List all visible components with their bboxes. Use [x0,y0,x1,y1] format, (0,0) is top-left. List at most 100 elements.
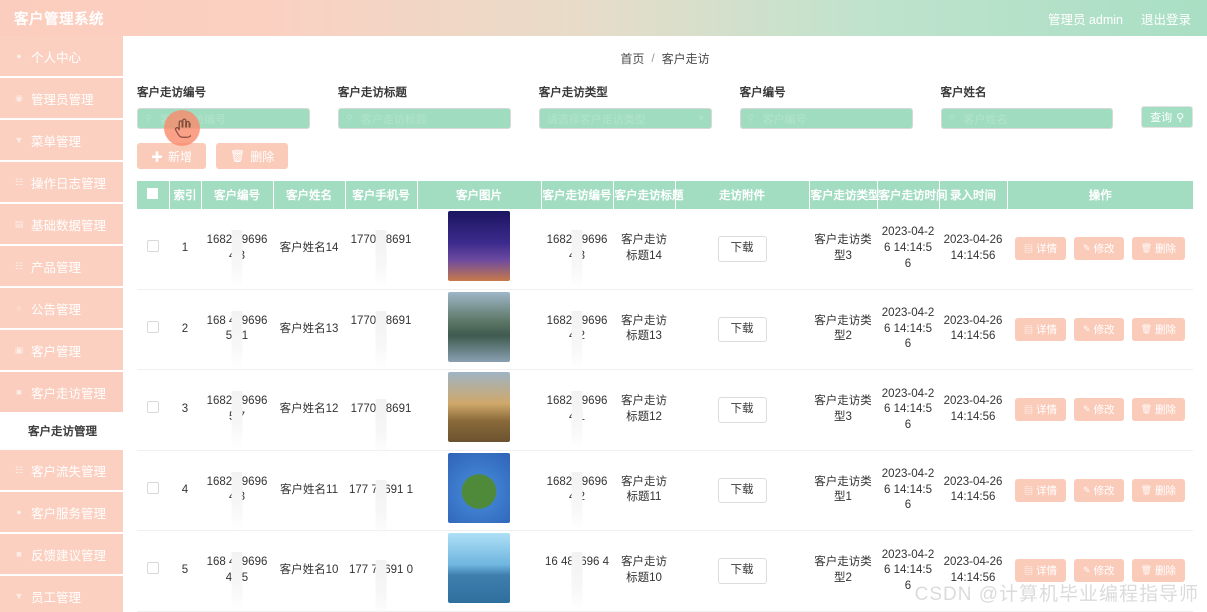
bell-icon: ○ [16,303,22,313]
filter-field-客户走访编号: 客户走访编号 ⚲ 客户走访编号 [137,84,310,129]
filter-label: 客户走访类型 [538,87,608,99]
entry-time: 2023-04-26 14:14:56 [939,530,1007,612]
row-删除-button[interactable]: 🗑 删除 [1131,559,1185,583]
customer-thumbnail[interactable] [448,533,510,604]
download-button[interactable]: 下载 [717,477,767,504]
row-详情-button[interactable]: ▤ 详情 [1015,478,1067,502]
row-修改-button[interactable]: ✎ 修改 [1074,398,1124,422]
logout-link[interactable]: 退出登录 [1141,9,1191,28]
customer-thumbnail[interactable] [448,452,510,523]
add-button[interactable]: ✚ 新增 [137,143,207,169]
sidebar-item-基础数据管理[interactable]: ▤ 基础数据管理 [0,204,123,246]
filter-placeholder: 客户姓名 [963,113,1008,126]
row-select-cell[interactable] [137,209,169,290]
row-删除-button[interactable]: 🗑 删除 [1131,317,1185,341]
customer-no-value: 1682 896964 3 [205,233,269,264]
top-bar: 客户管理系统 管理员 admin 退出登录 [0,0,1207,36]
sidebar-item-label: 基础数据管理 [31,218,107,233]
download-button[interactable]: 下载 [717,236,767,262]
select-all-cell[interactable] [137,181,170,209]
edit-icon: ✎ [1083,323,1091,334]
menu-icon: ▼ [14,135,24,145]
visit-type: 客户走访类型3 [809,369,877,451]
log-icon: ☷ [14,177,24,187]
row-删除-button[interactable]: 🗑 删除 [1131,398,1185,422]
entry-time: 2023-04-26 14:14:56 [939,209,1007,290]
row-action-group: ▤ 详情 ✎ 修改 🗑 删除 [1011,317,1189,341]
visit-time: 2023-04-26 14:14:56 [877,450,939,532]
row-checkbox[interactable] [147,240,159,252]
customer-thumbnail[interactable] [448,291,510,362]
row-checkbox[interactable] [147,320,159,333]
sidebar-item-公告管理[interactable]: ○ 公告管理 [0,288,123,330]
sidebar-item-产品管理[interactable]: ☷ 产品管理 [0,246,123,288]
row-action-group: ▤ 详情 ✎ 修改 🗑 删除 [1011,237,1189,261]
filter-input-客户编号[interactable]: ⚲ 客户编号 [739,108,913,129]
customer-thumbnail[interactable] [448,372,510,443]
sidebar-item-菜单管理[interactable]: ▼ 菜单管理 [0,120,123,162]
select-all-checkbox[interactable] [147,188,159,199]
sidebar[interactable]: ● 个人中心 ◉ 管理员管理 ▼ 菜单管理 ☷ 操作日志管理 ▤ 基础数据管理 ☷ 产品管理 ○ 公告管理… [0,36,123,612]
visit-icon: ■ [16,387,22,397]
query-button[interactable]: 查询 ⚲ [1141,106,1194,128]
edit-icon: ✎ [1083,404,1091,415]
row-修改-button[interactable]: ✎ 修改 [1074,317,1124,341]
table-row: 1 1682 896964 3 客户姓名14 1770 78691 1 1682 396… [137,209,1193,290]
row-select-cell[interactable] [137,450,169,532]
row-详情-button[interactable]: ▤ 详情 [1015,559,1067,583]
breadcrumb-home[interactable]: 首页 [620,50,644,67]
sidebar-item-客户管理[interactable]: ▣ 客户管理 [0,330,123,372]
column-header-客户走访标题: 客户走访标题 [613,181,684,209]
filter-select-客户走访类型[interactable]: 请选择客户走访类型 ▾ [538,108,712,129]
row-修改-button[interactable]: ✎ 修改 [1074,237,1124,261]
operations-cell: ▤ 详情 ✎ 修改 🗑 删除 [1007,530,1193,612]
visit-no-value: 1682 39696 4 2 [545,314,609,345]
sidebar-item-操作日志管理[interactable]: ☷ 操作日志管理 [0,162,123,204]
row-select-cell[interactable] [137,530,169,612]
customer-no: 1682 896965 7 [201,369,273,451]
row-详情-button[interactable]: ▤ 详情 [1015,398,1067,422]
circle-icon: ◉ [15,93,23,103]
staff-icon: ▼ [14,591,24,601]
filter-input-客户姓名[interactable]: ⚲ 客户姓名 [940,108,1114,129]
download-button[interactable]: 下载 [717,397,767,423]
customer-no: 1682 896964 3 [201,209,273,290]
sidebar-subitem-active[interactable]: 客户走访管理 [0,414,123,450]
filter-input-客户走访编号[interactable]: ⚲ 客户走访编号 [137,108,310,129]
sidebar-item-客户流失管理[interactable]: ☷ 客户流失管理 [0,450,123,492]
attachment-cell: 下载 [675,289,809,371]
sidebar-item-客户服务管理[interactable]: ● 客户服务管理 [0,492,123,534]
visit-no: 1682 39696 4 1 [541,369,613,451]
sidebar-item-管理员管理[interactable]: ◉ 管理员管理 [0,78,123,120]
filter-field-客户姓名: 客户姓名 ⚲ 客户姓名 [940,84,1114,129]
row-select-cell[interactable] [137,289,169,371]
delete-button[interactable]: 🗑 删除 [216,143,289,169]
sidebar-item-员工管理[interactable]: ▼ 员工管理 [0,576,123,612]
row-修改-button[interactable]: ✎ 修改 [1074,559,1124,583]
row-checkbox[interactable] [147,401,159,414]
customer-no: 168 4896964 35 [201,530,273,612]
row-详情-button[interactable]: ▤ 详情 [1015,317,1067,341]
row-checkbox[interactable] [147,562,159,575]
row-修改-button[interactable]: ✎ 修改 [1074,478,1124,502]
row-select-cell[interactable] [137,369,169,451]
customer-thumbnail[interactable] [448,211,510,281]
sidebar-item-反馈建议管理[interactable]: ■ 反馈建议管理 [0,534,123,576]
detail-icon: ▤ [1024,405,1034,416]
download-button[interactable]: 下载 [717,558,767,584]
row-action-label: 详情 [1036,565,1058,578]
row-checkbox[interactable] [147,481,159,494]
visit-time: 2023-04-26 14:14:56 [877,530,939,612]
database-icon: ▤ [14,219,24,229]
sidebar-item-客户走访管理[interactable]: ■ 客户走访管理 [0,372,123,414]
sidebar-item-个人中心[interactable]: ● 个人中心 [0,36,123,78]
app-root: 客户管理系统 管理员 admin 退出登录 ● 个人中心 ◉ 管理员管理 ▼ 菜单管理 ☷ 操… [0,0,1207,612]
filter-input-客户走访标题[interactable]: ⚲ 客户走访标题 [337,108,511,129]
row-删除-button[interactable]: 🗑 删除 [1131,237,1185,261]
row-删除-button[interactable]: 🗑 删除 [1131,478,1185,502]
sidebar-item-label: 公告管理 [31,302,82,317]
breadcrumb-separator: / [651,51,655,65]
download-button[interactable]: 下载 [717,316,767,343]
row-index: 1 [169,209,201,290]
row-详情-button[interactable]: ▤ 详情 [1015,237,1067,261]
